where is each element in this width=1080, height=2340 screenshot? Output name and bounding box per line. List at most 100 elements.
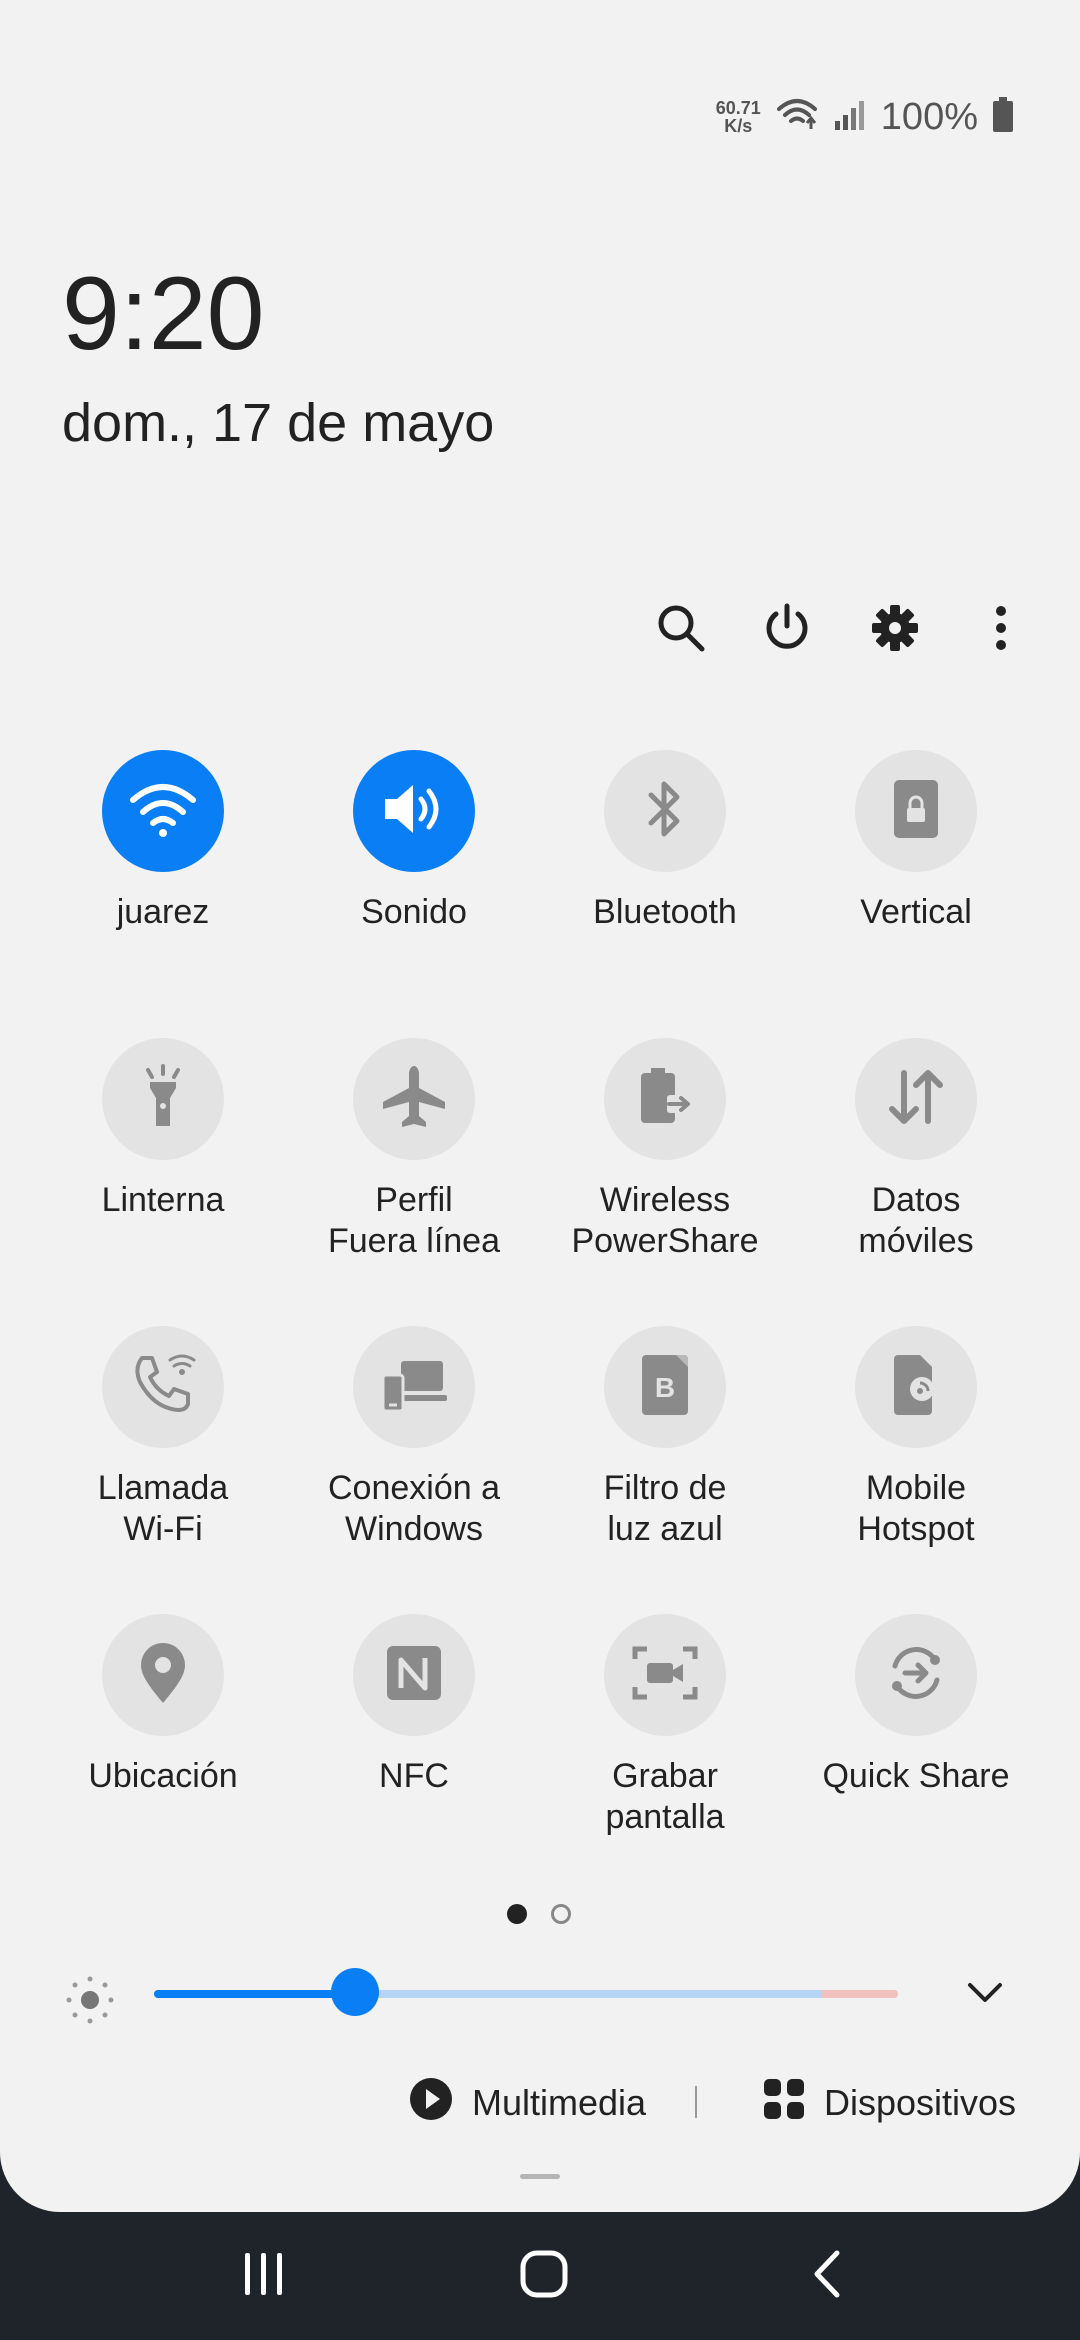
tile-sound-label: Sonido bbox=[361, 893, 467, 931]
tile-quick-share-toggle[interactable] bbox=[855, 1614, 977, 1736]
play-icon bbox=[408, 2076, 454, 2131]
tile-wifi-call-label: Llamada Wi-Fi bbox=[97, 1469, 229, 1548]
tile-blue-light-label: Filtro de luz azul bbox=[603, 1469, 727, 1548]
tile-blue-light-toggle[interactable]: B bbox=[604, 1326, 726, 1448]
tile-link-windows-toggle[interactable] bbox=[353, 1326, 475, 1448]
home-button[interactable] bbox=[494, 2236, 594, 2316]
brightness-extra-range bbox=[822, 1990, 898, 1998]
settings-button[interactable] bbox=[860, 595, 930, 665]
tile-orientation-label: Vertical bbox=[860, 893, 972, 931]
home-icon bbox=[519, 2249, 569, 2304]
power-icon bbox=[761, 602, 813, 659]
tile-airplane-toggle[interactable] bbox=[353, 1038, 475, 1160]
tile-bluetooth[interactable]: Bluetooth bbox=[540, 750, 790, 933]
tile-powershare-toggle[interactable] bbox=[604, 1038, 726, 1160]
panel-drag-handle[interactable] bbox=[520, 2174, 560, 2179]
tile-wifi[interactable]: juarez bbox=[38, 750, 288, 933]
flashlight-icon bbox=[138, 1063, 188, 1135]
mobile-data-icon bbox=[884, 1067, 948, 1132]
tile-wifi-label: juarez bbox=[116, 893, 210, 931]
media-label: Multimedia bbox=[472, 2082, 647, 2123]
tile-sound-toggle[interactable] bbox=[353, 750, 475, 872]
wifi-status-icon bbox=[775, 97, 819, 138]
tile-quick-share[interactable]: Quick Share bbox=[791, 1614, 1041, 1797]
media-button[interactable]: Multimedia bbox=[408, 2068, 646, 2138]
tile-mobile-data-label: Datos móviles bbox=[858, 1181, 974, 1260]
recent-apps-button[interactable] bbox=[214, 2236, 314, 2316]
battery-icon bbox=[992, 96, 1014, 138]
sound-icon bbox=[379, 779, 449, 844]
tile-bluetooth-label: Bluetooth bbox=[593, 893, 737, 931]
status-bar: 60.71 K/s 100% bbox=[716, 92, 1014, 142]
more-icon bbox=[993, 603, 1009, 658]
tile-wifi-call[interactable]: Llamada Wi-Fi bbox=[38, 1326, 288, 1550]
gear-icon bbox=[870, 603, 920, 658]
tile-location[interactable]: Ubicación bbox=[38, 1614, 288, 1797]
bottom-divider bbox=[695, 2086, 697, 2118]
hotspot-icon bbox=[888, 1353, 944, 1422]
wifi-call-icon bbox=[128, 1350, 198, 1425]
tile-mobile-data[interactable]: Datos móviles bbox=[791, 1038, 1041, 1262]
tile-wifi-call-toggle[interactable] bbox=[102, 1326, 224, 1448]
devices-button[interactable]: Dispositivos bbox=[762, 2068, 1016, 2138]
clock-date: dom., 17 de mayo bbox=[62, 393, 495, 453]
orientation-lock-icon bbox=[892, 778, 940, 845]
signal-icon bbox=[833, 99, 867, 136]
svg-text:B: B bbox=[655, 1372, 675, 1403]
nfc-icon bbox=[385, 1644, 443, 1707]
tile-bluetooth-toggle[interactable] bbox=[604, 750, 726, 872]
tile-screen-record-toggle[interactable] bbox=[604, 1614, 726, 1736]
bluetooth-icon bbox=[645, 778, 685, 845]
tile-flashlight-label: Linterna bbox=[101, 1181, 225, 1219]
tile-mobile-data-toggle[interactable] bbox=[855, 1038, 977, 1160]
expand-brightness-button[interactable] bbox=[960, 1970, 1010, 2020]
tile-wifi-toggle[interactable] bbox=[102, 750, 224, 872]
tile-screen-record[interactable]: Grabar pantalla bbox=[540, 1614, 790, 1838]
tile-nfc[interactable]: NFC bbox=[289, 1614, 539, 1797]
tile-sound[interactable]: Sonido bbox=[289, 750, 539, 933]
brightness-thumb[interactable] bbox=[330, 1968, 379, 2016]
page-indicator[interactable] bbox=[551, 1904, 571, 1924]
tile-hotspot[interactable]: Mobile Hotspot bbox=[791, 1326, 1041, 1550]
panel-actions bbox=[0, 595, 1080, 665]
clock-time: 9:20 bbox=[62, 256, 265, 372]
link-windows-icon bbox=[381, 1357, 447, 1418]
network-speed-unit: K/s bbox=[724, 116, 753, 136]
tile-airplane-label: Perfil Fuera línea bbox=[328, 1181, 500, 1260]
navigation-bar bbox=[0, 2212, 1080, 2340]
more-options-button[interactable] bbox=[966, 595, 1036, 665]
quick-panel: 60.71 K/s 100% 9:20 dom., 17 de mayo jua… bbox=[0, 0, 1080, 2212]
blue-light-filter-icon: B bbox=[640, 1353, 690, 1422]
search-button[interactable] bbox=[646, 595, 716, 665]
tile-link-windows[interactable]: Conexión a Windows bbox=[289, 1326, 539, 1550]
tile-powershare[interactable]: Wireless PowerShare bbox=[540, 1038, 790, 1262]
airplane-icon bbox=[379, 1062, 449, 1137]
tile-flashlight[interactable]: Linterna bbox=[38, 1038, 288, 1221]
back-button[interactable] bbox=[776, 2236, 876, 2316]
network-speed: 60.71 K/s bbox=[716, 99, 761, 135]
devices-label: Dispositivos bbox=[824, 2082, 1017, 2123]
tile-orientation-toggle[interactable] bbox=[855, 750, 977, 872]
brightness-slider[interactable] bbox=[154, 1968, 898, 2016]
tile-orientation[interactable]: Vertical bbox=[791, 750, 1041, 933]
tile-nfc-toggle[interactable] bbox=[353, 1614, 475, 1736]
screen-record-icon bbox=[631, 1643, 699, 1708]
tile-location-toggle[interactable] bbox=[102, 1614, 224, 1736]
location-icon bbox=[138, 1641, 188, 1710]
quick-share-icon bbox=[883, 1640, 949, 1711]
tile-powershare-label: Wireless PowerShare bbox=[571, 1181, 759, 1260]
network-speed-value: 60.71 bbox=[715, 98, 761, 118]
tile-screen-record-label: Grabar pantalla bbox=[605, 1757, 725, 1836]
power-button[interactable] bbox=[752, 595, 822, 665]
tile-hotspot-toggle[interactable] bbox=[855, 1326, 977, 1448]
tile-location-label: Ubicación bbox=[88, 1757, 238, 1795]
tile-nfc-label: NFC bbox=[379, 1757, 449, 1795]
page-indicator-active[interactable] bbox=[507, 1904, 527, 1924]
tile-quick-share-label: Quick Share bbox=[822, 1757, 1010, 1795]
tile-flashlight-toggle[interactable] bbox=[102, 1038, 224, 1160]
tile-blue-light[interactable]: B Filtro de luz azul bbox=[540, 1326, 790, 1550]
powershare-icon bbox=[633, 1065, 697, 1134]
tile-airplane[interactable]: Perfil Fuera línea bbox=[289, 1038, 539, 1262]
back-icon bbox=[809, 2249, 843, 2304]
search-icon bbox=[655, 602, 707, 659]
